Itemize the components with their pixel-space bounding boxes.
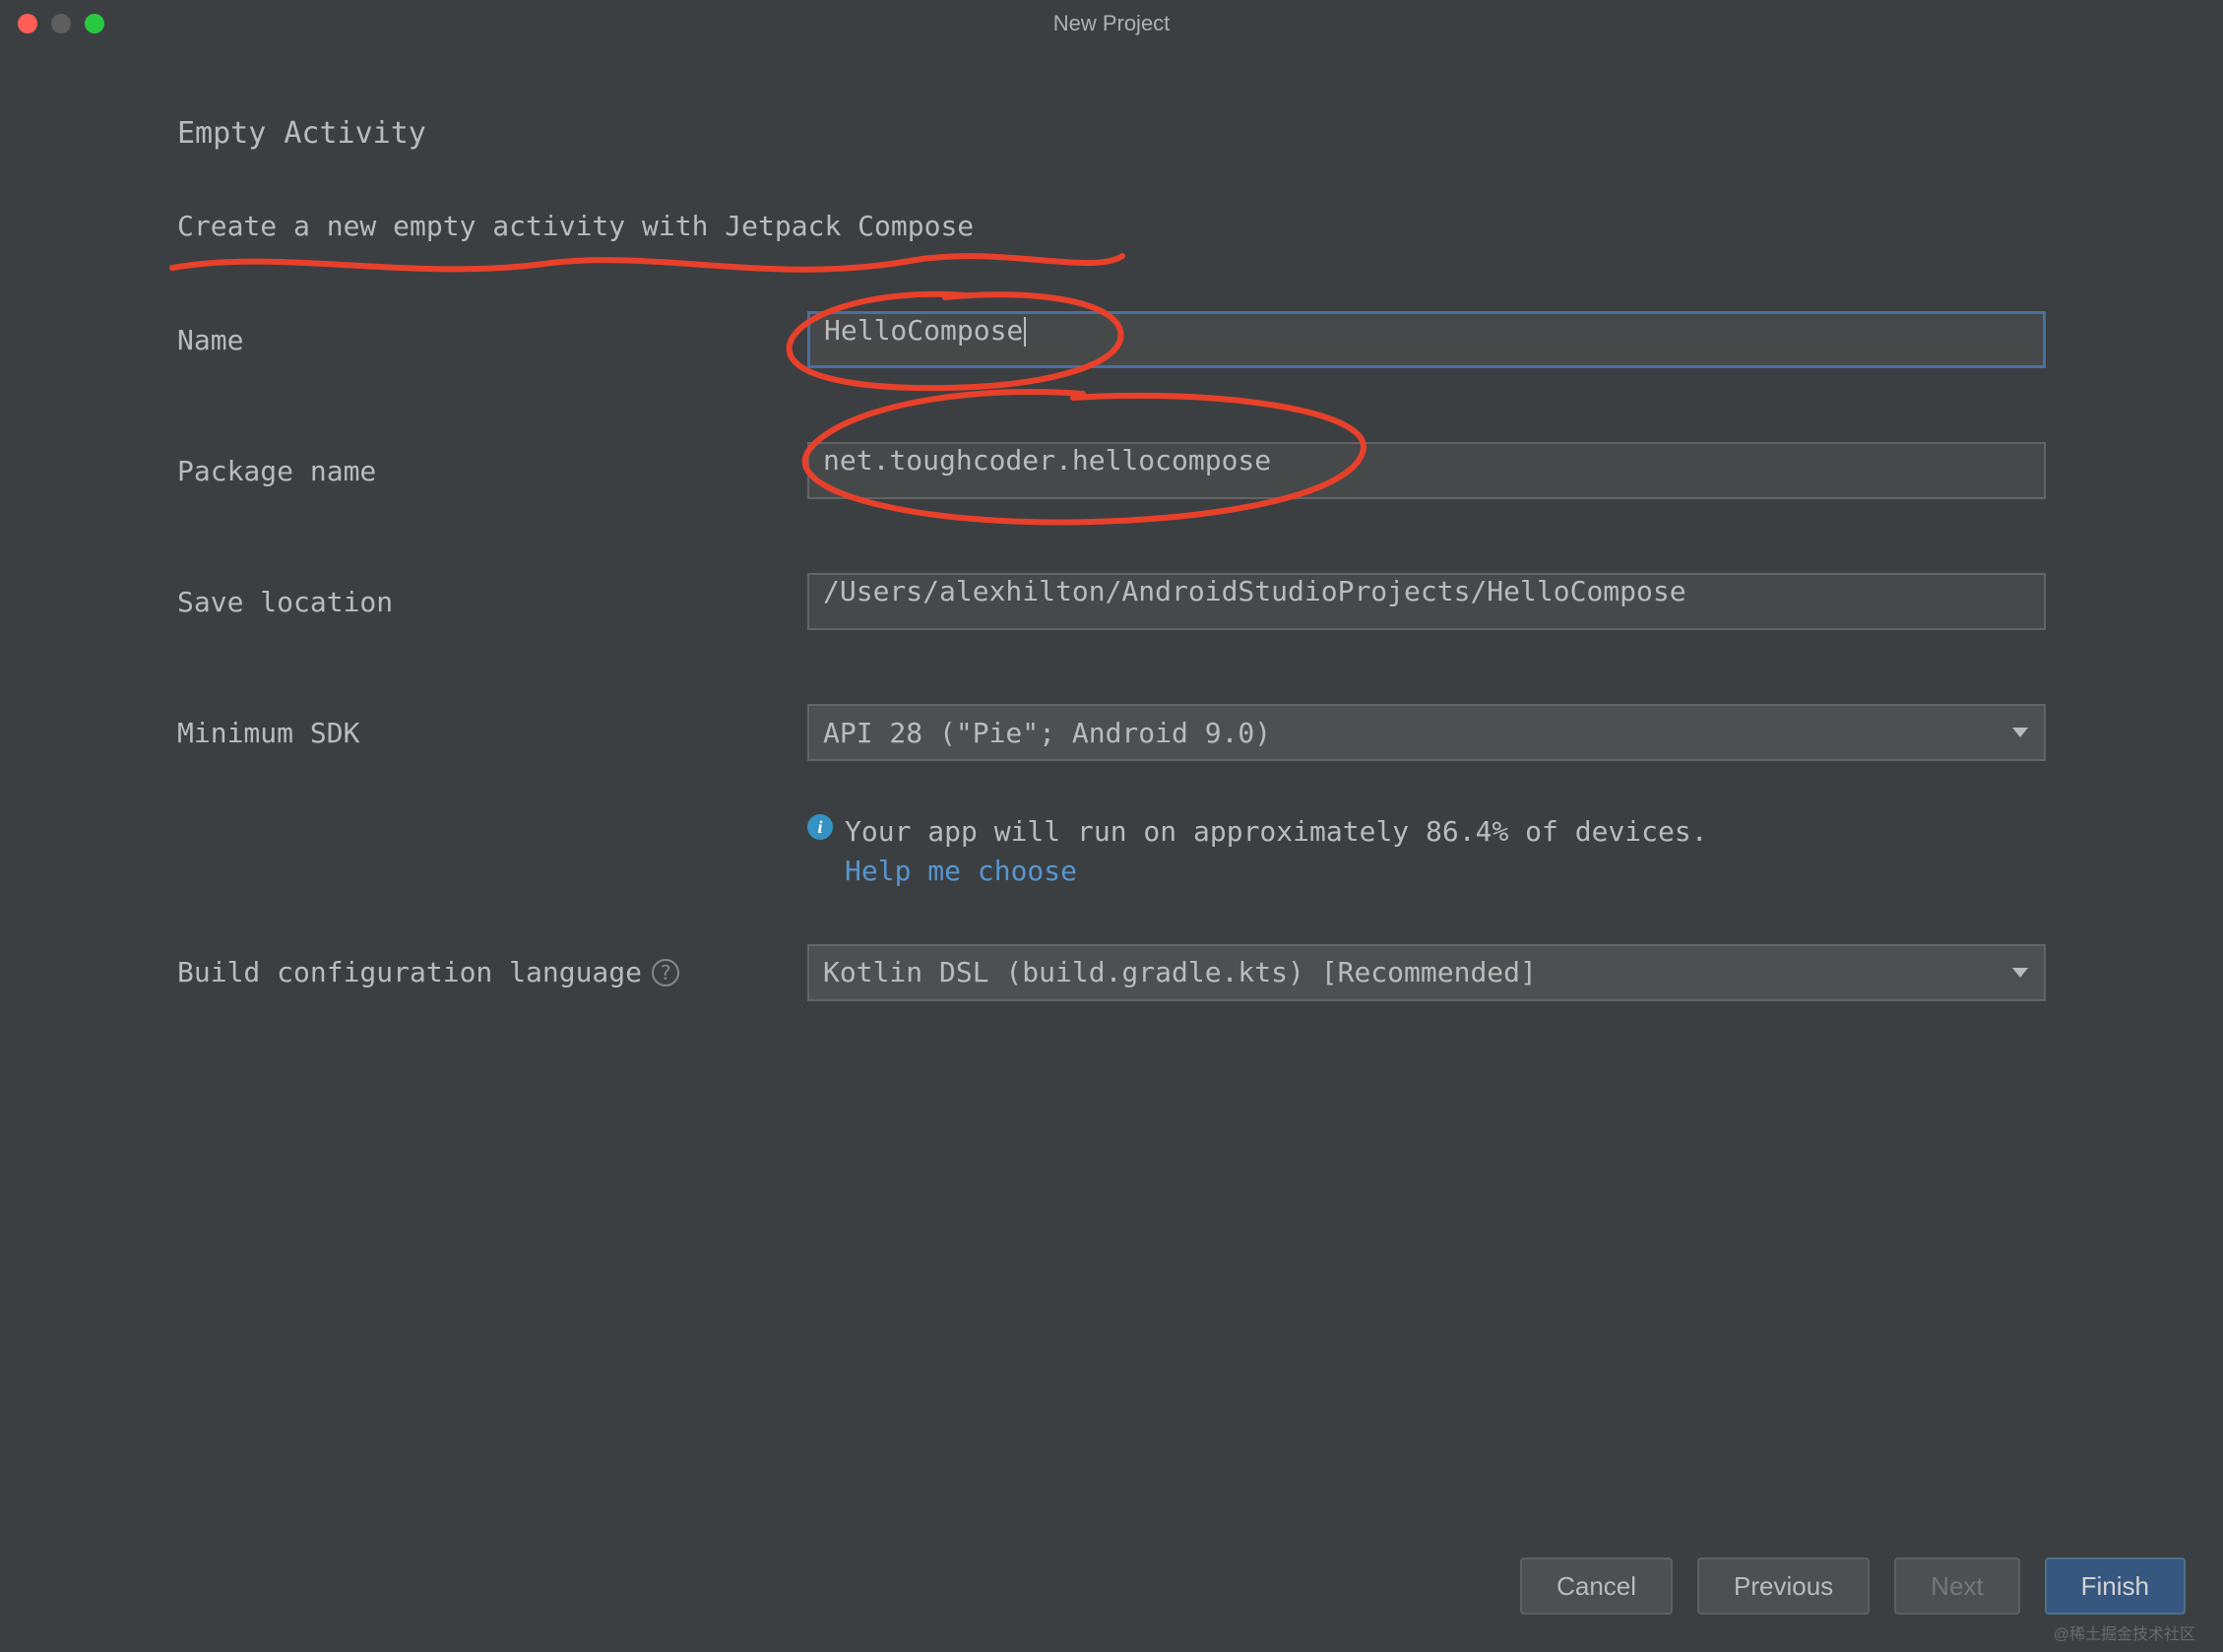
name-input-value: HelloCompose <box>824 314 1023 347</box>
package-label: Package name <box>177 455 807 487</box>
build-lang-label: Build configuration language ? <box>177 956 807 988</box>
close-icon[interactable] <box>18 14 37 33</box>
text-caret-icon <box>1024 317 1026 347</box>
next-button: Next <box>1894 1557 2019 1615</box>
save-location-input[interactable]: /Users/alexhilton/AndroidStudioProjects/… <box>807 573 2046 630</box>
sdk-info-text: Your app will run on approximately 86.4%… <box>845 810 1708 855</box>
save-location-label: Save location <box>177 586 807 618</box>
save-location-row: Save location /Users/alexhilton/AndroidS… <box>177 573 2046 630</box>
build-lang-row: Build configuration language ? Kotlin DS… <box>177 944 2046 1001</box>
name-input[interactable]: HelloCompose <box>807 311 2046 368</box>
watermark: @稀土掘金技术社区 <box>2054 1620 2195 1644</box>
name-row: Name HelloCompose <box>177 311 2046 368</box>
min-sdk-row: Minimum SDK API 28 ("Pie"; Android 9.0) <box>177 704 2046 761</box>
cancel-button[interactable]: Cancel <box>1520 1557 1673 1615</box>
build-lang-select[interactable]: Kotlin DSL (build.gradle.kts) [Recommend… <box>807 944 2046 1001</box>
form-content: Empty Activity Create a new empty activi… <box>0 47 2223 1001</box>
new-project-window: New Project Empty Activity Create a new … <box>0 0 2223 1652</box>
save-location-value: /Users/alexhilton/AndroidStudioProjects/… <box>823 575 1686 607</box>
finish-button[interactable]: Finish <box>2045 1557 2186 1615</box>
help-me-choose-link[interactable]: Help me choose <box>845 855 1708 887</box>
package-input[interactable]: net.toughcoder.hellocompose <box>807 442 2046 499</box>
package-input-value: net.toughcoder.hellocompose <box>823 444 1271 477</box>
min-sdk-select[interactable]: API 28 ("Pie"; Android 9.0) <box>807 704 2046 761</box>
titlebar: New Project <box>0 0 2223 47</box>
min-sdk-label: Minimum SDK <box>177 717 807 749</box>
build-lang-value: Kotlin DSL (build.gradle.kts) [Recommend… <box>823 956 1537 988</box>
page-title: Empty Activity <box>177 116 2046 151</box>
traffic-lights <box>18 14 104 33</box>
window-title: New Project <box>1053 11 1171 36</box>
package-row: Package name net.toughcoder.hellocompose <box>177 442 2046 499</box>
maximize-icon[interactable] <box>85 14 104 33</box>
button-bar: Cancel Previous Next Finish <box>1520 1557 2186 1615</box>
help-tip-icon[interactable]: ? <box>652 959 679 986</box>
minimize-icon[interactable] <box>51 14 71 33</box>
build-lang-label-text: Build configuration language <box>177 956 642 988</box>
sdk-info-row: i Your app will run on approximately 86.… <box>807 810 2046 887</box>
name-label: Name <box>177 324 807 356</box>
page-subtitle: Create a new empty activity with Jetpack… <box>177 210 2046 242</box>
sdk-info-text-block: Your app will run on approximately 86.4%… <box>845 810 1708 887</box>
info-icon: i <box>807 814 833 840</box>
min-sdk-value: API 28 ("Pie"; Android 9.0) <box>823 717 1271 749</box>
previous-button[interactable]: Previous <box>1697 1557 1870 1615</box>
